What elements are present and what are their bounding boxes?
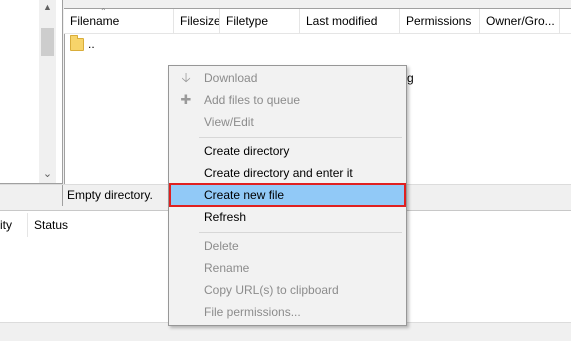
obscured-text: g: [407, 71, 414, 85]
parent-dir-label: ..: [88, 37, 95, 51]
folder-icon: [70, 34, 84, 51]
menu-item-file-permissions[interactable]: File permissions...: [171, 302, 404, 322]
local-status-bar: [0, 185, 63, 206]
menu-item-refresh[interactable]: Refresh: [171, 207, 404, 227]
menu-item-label: Refresh: [204, 210, 247, 224]
column-filetype[interactable]: Filetype: [220, 9, 300, 33]
menu-item-create-new-file[interactable]: Create new file: [169, 183, 406, 207]
menu-item-label: Create directory and enter it: [204, 166, 353, 180]
menu-item-copy-url[interactable]: Copy URL(s) to clipboard: [171, 280, 404, 300]
status-text: Empty directory.: [67, 188, 153, 202]
add-to-queue-icon: ✚: [180, 92, 192, 107]
menu-item-create-directory-enter[interactable]: Create directory and enter it: [171, 163, 404, 183]
menu-item-rename[interactable]: Rename: [171, 258, 404, 278]
menu-item-label: Create new file: [204, 188, 285, 202]
menu-item-add-to-queue[interactable]: ✚ Add files to queue: [171, 90, 404, 110]
column-last-modified[interactable]: Last modified: [300, 9, 400, 33]
menu-item-download[interactable]: 🡣 Download: [171, 68, 404, 88]
menu-item-label: Create directory: [204, 144, 290, 158]
column-filesize[interactable]: Filesize: [174, 9, 220, 33]
column-priority[interactable]: ity: [0, 213, 28, 237]
menu-item-label: Delete: [204, 239, 239, 253]
menu-item-label: File permissions...: [204, 305, 301, 319]
menu-separator: [199, 137, 402, 138]
column-filename[interactable]: Filename: [64, 9, 174, 33]
column-status[interactable]: Status: [28, 213, 188, 237]
menu-item-create-directory[interactable]: Create directory: [171, 141, 404, 161]
menu-separator: [199, 232, 402, 233]
column-owner-group[interactable]: Owner/Gro...: [480, 9, 560, 33]
download-arrow-icon: 🡣: [181, 70, 191, 85]
menu-item-label: Add files to queue: [204, 93, 301, 107]
file-list-header: Filename Filesize Filetype Last modified…: [64, 9, 571, 34]
menu-item-label: Copy URL(s) to clipboard: [204, 283, 339, 297]
column-permissions[interactable]: Permissions: [400, 9, 480, 33]
sort-ascending-icon: ⌃: [100, 7, 107, 16]
menu-item-view-edit[interactable]: View/Edit: [171, 112, 404, 132]
menu-item-label: View/Edit: [204, 115, 254, 129]
scroll-up-arrow-icon[interactable]: ▲: [39, 0, 56, 14]
menu-item-label: Download: [204, 71, 258, 85]
context-menu: 🡣 Download ✚ Add files to queue View/Edi…: [168, 65, 407, 326]
table-row[interactable]: ..: [70, 34, 95, 53]
menu-item-label: Rename: [204, 261, 250, 275]
local-tree-scroll-thumb[interactable]: [41, 28, 54, 56]
scroll-down-arrow-icon[interactable]: ⌄: [39, 166, 56, 180]
menu-item-delete[interactable]: Delete: [171, 236, 404, 256]
